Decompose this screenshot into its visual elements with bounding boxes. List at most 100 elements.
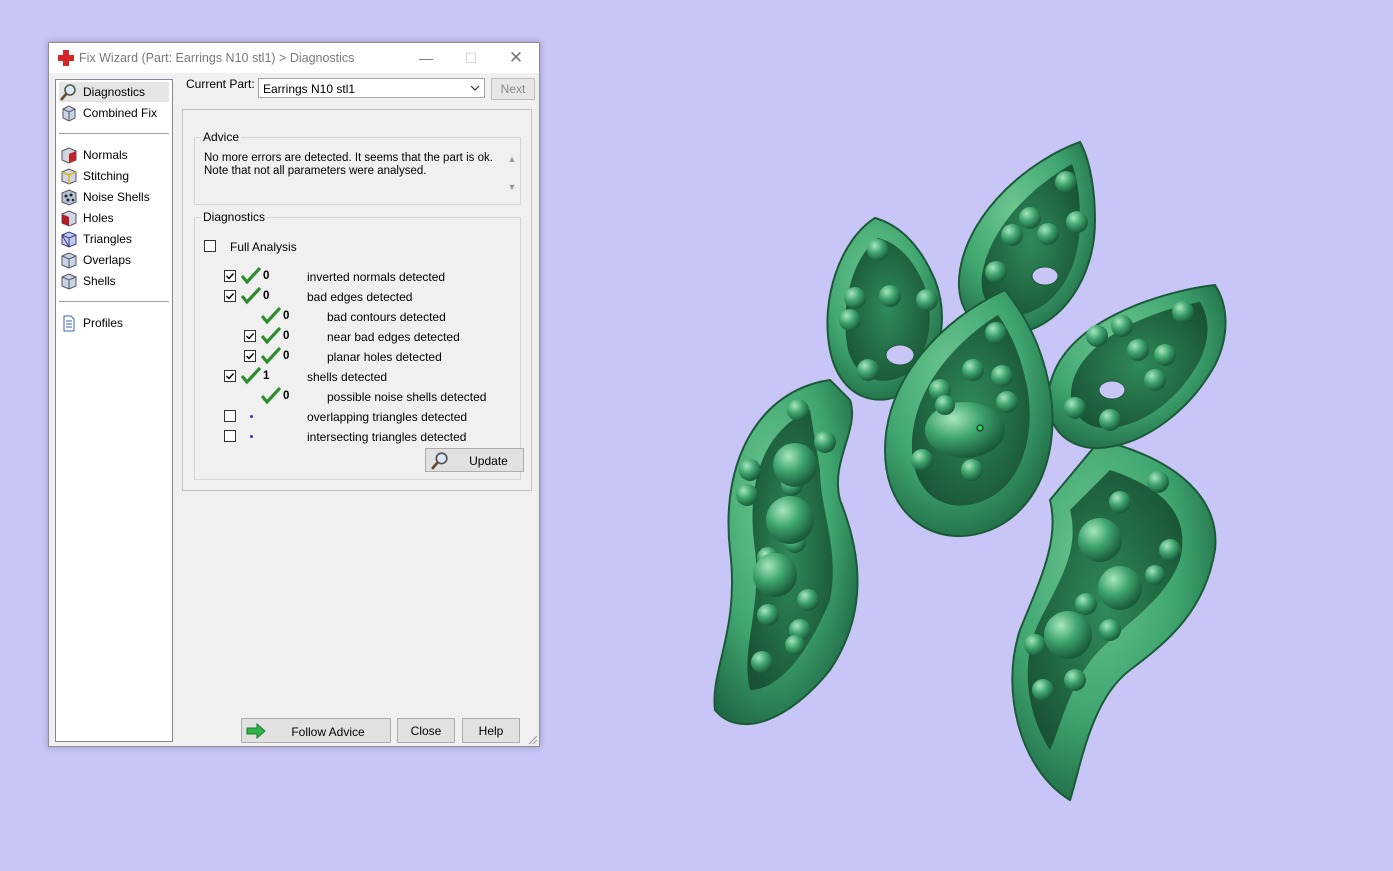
- shells-icon: [61, 272, 77, 290]
- sidebar-divider: [59, 133, 169, 134]
- triangles-icon: [61, 230, 77, 248]
- overlapping-triangles-label: overlapping triangles detected: [307, 410, 468, 424]
- wizard-sidebar: Diagnostics Combined Fix Normals Stitchi…: [55, 79, 173, 742]
- close-button[interactable]: Close: [397, 718, 455, 743]
- update-button[interactable]: Update: [425, 448, 524, 472]
- inverted-normals-count: 0: [263, 270, 270, 282]
- ok-check-icon: [241, 287, 261, 305]
- not-analysed-dot-icon: [250, 435, 253, 438]
- current-part-select[interactable]: Earrings N10 stl1: [258, 78, 485, 98]
- magnifier-icon: [431, 452, 448, 470]
- follow-advice-label: Follow Advice: [291, 725, 365, 739]
- bad-edges-label: bad edges detected: [307, 290, 413, 304]
- overlapping-triangles-checkbox[interactable]: [224, 410, 236, 422]
- maximize-button[interactable]: ☐: [448, 43, 494, 73]
- shells-checkbox[interactable]: [224, 370, 236, 382]
- near-bad-edges-count: 0: [283, 330, 290, 342]
- leaf-left: [713, 378, 859, 726]
- sidebar-item-label: Overlaps: [83, 253, 132, 267]
- ok-check-icon: [261, 387, 281, 405]
- sidebar-item-triangles[interactable]: Triangles: [59, 229, 169, 249]
- 3d-earring-model[interactable]: [700, 130, 1240, 820]
- next-button[interactable]: Next: [491, 78, 535, 100]
- sidebar-item-label: Stitching: [83, 169, 130, 183]
- sidebar-item-label: Holes: [83, 211, 114, 225]
- ok-check-icon: [241, 367, 261, 385]
- planar-holes-checkbox[interactable]: [244, 350, 256, 362]
- noise-shells-label: possible noise shells detected: [327, 390, 487, 404]
- advice-group: Advice No more errors are detected. It s…: [194, 130, 521, 205]
- current-part-label: Current Part:: [186, 77, 255, 91]
- sidebar-item-label: Normals: [83, 148, 128, 162]
- chevron-down-icon: [470, 85, 480, 91]
- sidebar-item-label: Shells: [83, 274, 116, 288]
- scroll-up-arrow[interactable]: ▲: [506, 154, 518, 164]
- planar-holes-count: 0: [283, 350, 290, 362]
- profiles-icon: [63, 315, 75, 331]
- intersecting-triangles-checkbox[interactable]: [224, 430, 236, 442]
- sidebar-item-shells[interactable]: Shells: [59, 271, 169, 291]
- sidebar-item-normals[interactable]: Normals: [59, 145, 169, 165]
- ok-check-icon: [261, 307, 281, 325]
- normals-icon: [61, 146, 77, 164]
- intersecting-triangles-label: intersecting triangles detected: [307, 430, 467, 444]
- help-button[interactable]: Help: [462, 718, 520, 743]
- sidebar-item-label: Diagnostics: [83, 85, 146, 99]
- bad-edges-count: 0: [263, 290, 270, 302]
- holes-icon: [61, 209, 77, 227]
- sidebar-item-combined-fix[interactable]: Combined Fix: [59, 103, 169, 123]
- magnifier-icon: [60, 83, 76, 101]
- near-bad-edges-label: near bad edges detected: [327, 330, 460, 344]
- inverted-normals-label: inverted normals detected: [307, 270, 446, 284]
- close-window-button[interactable]: ✕: [493, 43, 539, 73]
- green-arrow-icon: [246, 723, 266, 739]
- advice-legend: Advice: [201, 130, 242, 144]
- sidebar-item-label: Combined Fix: [83, 106, 158, 120]
- minimize-button[interactable]: —: [403, 43, 449, 73]
- ok-check-icon: [261, 347, 281, 365]
- full-analysis-checkbox[interactable]: [204, 240, 216, 252]
- stitching-icon: [61, 167, 77, 185]
- advice-line: No more errors are detected. It seems th…: [204, 152, 493, 164]
- sidebar-divider: [59, 301, 169, 302]
- sidebar-item-label: Triangles: [83, 232, 132, 246]
- sidebar-item-stitching[interactable]: Stitching: [59, 166, 169, 186]
- scroll-down-arrow[interactable]: ▼: [506, 182, 518, 192]
- title-bar[interactable]: Fix Wizard (Part: Earrings N10 stl1) > D…: [49, 43, 539, 73]
- close-label: Close: [410, 724, 442, 738]
- sidebar-item-overlaps[interactable]: Overlaps: [59, 250, 169, 270]
- update-label: Update: [469, 454, 508, 468]
- fix-wizard-dialog: Fix Wizard (Part: Earrings N10 stl1) > D…: [48, 42, 540, 747]
- diagnostics-panel: Advice No more errors are detected. It s…: [182, 109, 532, 491]
- help-label: Help: [478, 724, 504, 738]
- sidebar-item-holes[interactable]: Holes: [59, 208, 169, 228]
- near-bad-edges-checkbox[interactable]: [244, 330, 256, 342]
- sidebar-item-label: Profiles: [83, 316, 124, 330]
- full-analysis-label: Full Analysis: [230, 240, 297, 254]
- red-cross-icon: [58, 50, 74, 66]
- planar-holes-label: planar holes detected: [327, 350, 442, 364]
- diagnostics-group: Diagnostics Full Analysis 0 inverted nor…: [194, 210, 524, 480]
- bad-edges-checkbox[interactable]: [224, 290, 236, 302]
- current-part-value: Earrings N10 stl1: [263, 82, 356, 96]
- sidebar-item-noise-shells[interactable]: Noise Shells: [59, 187, 169, 207]
- diagnostics-legend: Diagnostics: [201, 210, 268, 224]
- noise-shells-icon: [61, 188, 77, 206]
- shells-label: shells detected: [307, 370, 388, 384]
- inverted-normals-checkbox[interactable]: [224, 270, 236, 282]
- follow-advice-button[interactable]: Follow Advice: [241, 718, 391, 743]
- advice-text: No more errors are detected. It seems th…: [204, 152, 494, 178]
- advice-line: Note that not all parameters were analys…: [204, 165, 427, 177]
- ok-check-icon: [241, 267, 261, 285]
- not-analysed-dot-icon: [250, 415, 253, 418]
- sidebar-item-diagnostics[interactable]: Diagnostics: [59, 82, 169, 102]
- leaf-top-right: [1046, 283, 1227, 450]
- sidebar-item-label: Noise Shells: [83, 190, 150, 204]
- resize-grip-icon[interactable]: [528, 735, 538, 745]
- bad-contours-label: bad contours detected: [327, 310, 446, 324]
- sidebar-item-profiles[interactable]: Profiles: [59, 313, 169, 333]
- noise-shells-count: 0: [283, 390, 290, 402]
- shells-count: 1: [263, 370, 270, 382]
- overlaps-icon: [61, 251, 77, 269]
- combined-fix-icon: [62, 104, 76, 122]
